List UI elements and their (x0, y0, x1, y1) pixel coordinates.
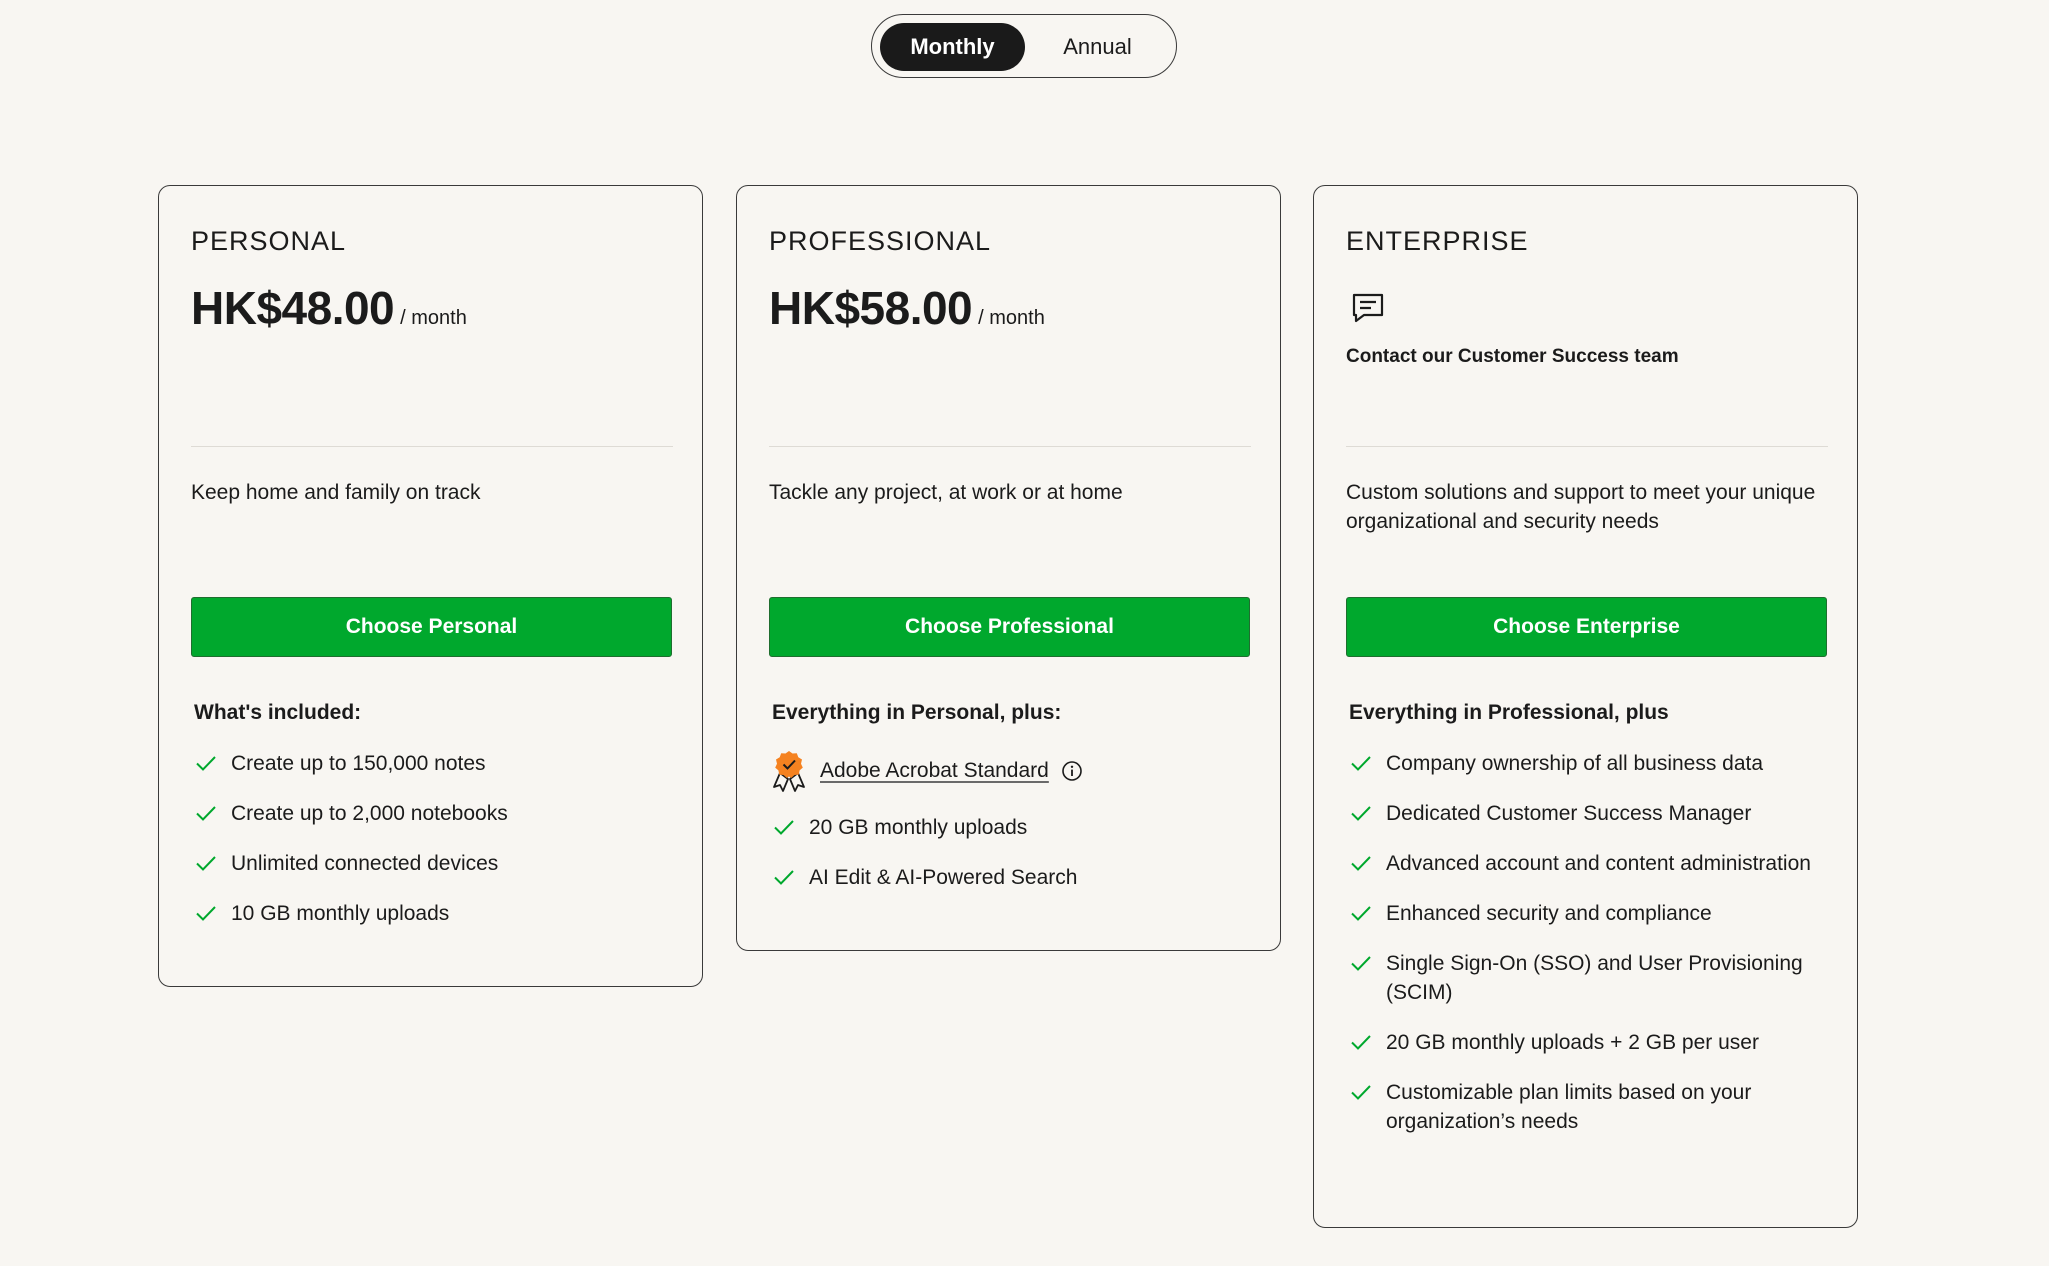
plan-price: HK$58.00 (769, 282, 973, 334)
plan-period: / month (978, 307, 1045, 329)
feature-item: Dedicated Customer Success Manager (1349, 799, 1839, 828)
feature-item: Advanced account and content administrat… (1349, 849, 1839, 878)
toggle-monthly[interactable]: Monthly (880, 23, 1025, 71)
check-icon (1351, 956, 1371, 971)
feature-list: Adobe Acrobat Standard 20 GB monthly upl… (772, 749, 1262, 913)
feature-item: Company ownership of all business data (1349, 749, 1839, 778)
check-icon (774, 820, 794, 835)
feature-text: Dedicated Customer Success Manager (1386, 802, 1752, 825)
feature-item: 10 GB monthly uploads (194, 899, 684, 928)
feature-item: Customizable plan limits based on your o… (1349, 1078, 1839, 1136)
feature-text: Customizable plan limits based on your o… (1386, 1081, 1752, 1133)
acrobat-standard-link[interactable]: Adobe Acrobat Standard (820, 759, 1049, 783)
plan-card-enterprise: ENTERPRISE Contact our Customer Success … (1313, 185, 1858, 1228)
feature-text: 20 GB monthly uploads + 2 GB per user (1386, 1031, 1759, 1054)
check-icon (196, 756, 216, 771)
check-icon (1351, 1035, 1371, 1050)
award-badge-icon (773, 751, 805, 792)
plan-price-row: HK$48.00 / month (191, 281, 467, 335)
feature-item: AI Edit & AI-Powered Search (772, 863, 1262, 892)
plan-card-personal: PERSONAL HK$48.00 / month Keep home and … (158, 185, 703, 987)
check-icon (196, 906, 216, 921)
feature-text: Single Sign-On (SSO) and User Provisioni… (1386, 952, 1803, 1004)
plan-tagline: Tackle any project, at work or at home (769, 481, 1123, 504)
contact-customer-success-text: Contact our Customer Success team (1346, 346, 1679, 367)
toggle-annual[interactable]: Annual (1025, 23, 1170, 71)
plan-tagline: Keep home and family on track (191, 481, 481, 504)
check-icon (1351, 1085, 1371, 1100)
feature-item: 20 GB monthly uploads (772, 813, 1262, 842)
included-heading: Everything in Personal, plus: (772, 701, 1062, 724)
check-icon (1351, 856, 1371, 871)
choose-personal-button[interactable]: Choose Personal (191, 597, 672, 657)
check-icon (1351, 756, 1371, 771)
feature-text: Create up to 2,000 notebooks (231, 802, 508, 825)
feature-text: Enhanced security and compliance (1386, 902, 1712, 925)
check-icon (774, 870, 794, 885)
choose-professional-button[interactable]: Choose Professional (769, 597, 1250, 657)
plan-period: / month (400, 307, 467, 329)
feature-item: Unlimited connected devices (194, 849, 684, 878)
feature-text: Unlimited connected devices (231, 852, 499, 875)
plan-card-professional: PROFESSIONAL HK$58.00 / month Tackle any… (736, 185, 1281, 951)
feature-text: Advanced account and content administrat… (1386, 852, 1811, 875)
choose-enterprise-button[interactable]: Choose Enterprise (1346, 597, 1827, 657)
feature-list: Create up to 150,000 notes Create up to … (194, 749, 684, 949)
feature-item-acrobat: Adobe Acrobat Standard (772, 749, 1262, 793)
feature-text: 20 GB monthly uploads (809, 816, 1028, 839)
feature-item: Single Sign-On (SSO) and User Provisioni… (1349, 949, 1839, 1007)
included-heading: What's included: (194, 701, 362, 724)
included-heading: Everything in Professional, plus (1349, 701, 1669, 724)
check-icon (196, 806, 216, 821)
plan-price: HK$48.00 (191, 282, 395, 334)
info-icon[interactable] (1061, 760, 1083, 782)
divider (769, 446, 1251, 447)
plan-price-row: HK$58.00 / month (769, 281, 1045, 335)
feature-text: 10 GB monthly uploads (231, 902, 450, 925)
billing-period-toggle[interactable]: Monthly Annual (871, 14, 1177, 78)
feature-list: Company ownership of all business data D… (1349, 749, 1839, 1157)
plan-tier-name: PERSONAL (191, 226, 347, 256)
check-icon (1351, 806, 1371, 821)
check-icon (1351, 906, 1371, 921)
chat-bubble-icon (1352, 293, 1384, 323)
feature-text: Company ownership of all business data (1386, 752, 1764, 775)
feature-item: Create up to 150,000 notes (194, 749, 684, 778)
check-icon (196, 856, 216, 871)
plan-tagline: Custom solutions and support to meet you… (1346, 481, 1816, 533)
plan-tier-name: ENTERPRISE (1346, 226, 1529, 256)
divider (191, 446, 673, 447)
divider (1346, 446, 1828, 447)
feature-item: Create up to 2,000 notebooks (194, 799, 684, 828)
plan-tier-name: PROFESSIONAL (769, 226, 992, 256)
feature-text: Create up to 150,000 notes (231, 752, 486, 775)
feature-item: Enhanced security and compliance (1349, 899, 1839, 928)
feature-text: AI Edit & AI-Powered Search (809, 866, 1078, 889)
feature-item: 20 GB monthly uploads + 2 GB per user (1349, 1028, 1839, 1057)
